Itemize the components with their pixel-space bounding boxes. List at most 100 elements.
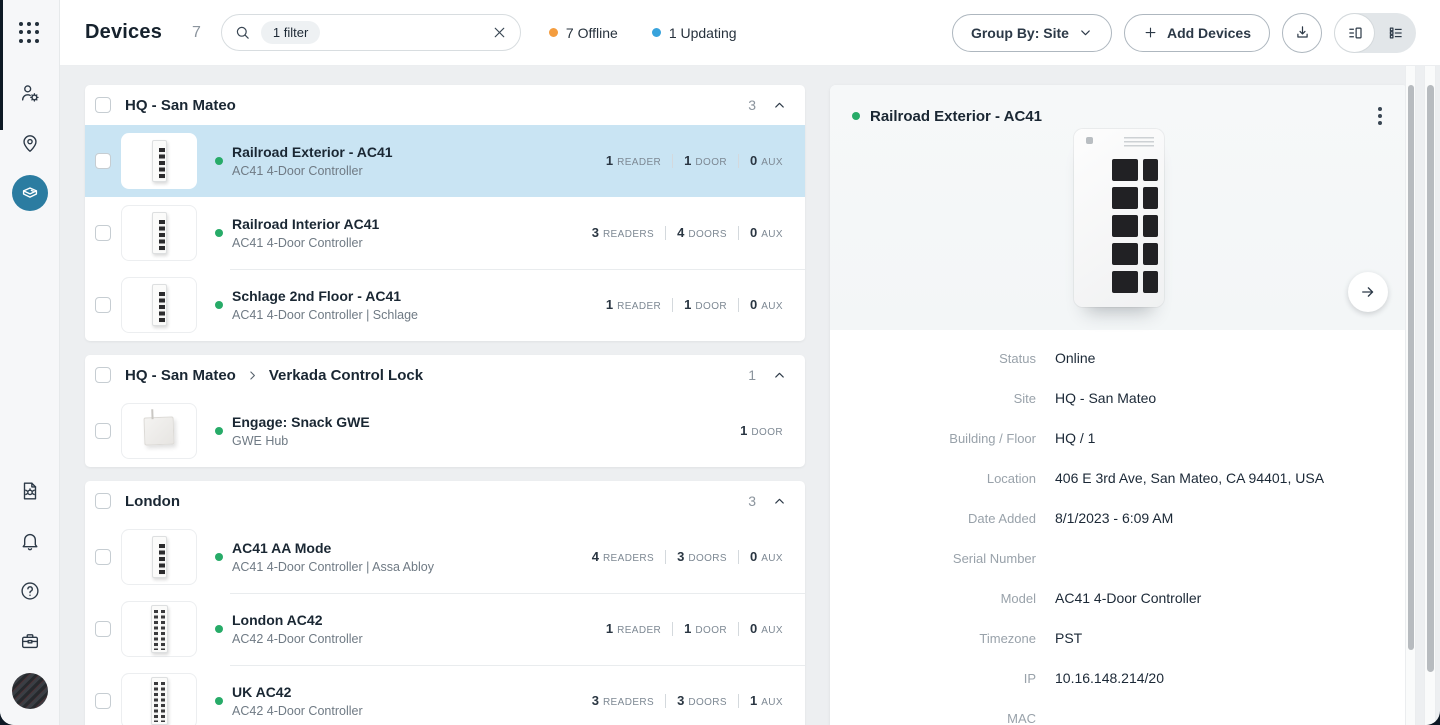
device-thumbnail <box>121 277 197 333</box>
device-model: GWE Hub <box>232 434 370 448</box>
device-stat: 1READER <box>606 152 661 170</box>
kebab-menu-icon[interactable] <box>1372 101 1388 131</box>
online-dot-icon <box>215 301 223 309</box>
sidebar-item-bug-report[interactable] <box>12 473 48 509</box>
device-stats: 3READERS3DOORS1AUX <box>592 692 783 710</box>
detail-field-row: Location406 E 3rd Ave, San Mateo, CA 944… <box>830 458 1408 498</box>
device-stat: 4DOORS <box>677 224 727 242</box>
detail-field-row: IP10.16.148.214/20 <box>830 658 1408 698</box>
device-checkbox[interactable] <box>95 297 111 313</box>
device-group-card: HQ - San MateoVerkada Control Lock 1 Eng… <box>85 355 805 467</box>
collapse-chevron-icon[interactable] <box>772 368 787 383</box>
online-dot-icon <box>215 427 223 435</box>
user-avatar[interactable] <box>12 673 48 709</box>
filter-chip[interactable]: 1 filter <box>261 21 320 44</box>
device-group-card: London 3 AC41 AA Mode AC41 4-Door Contro… <box>85 481 805 725</box>
online-dot-icon <box>215 157 223 165</box>
device-stat: 1DOOR <box>740 422 783 440</box>
collapse-chevron-icon[interactable] <box>772 494 787 509</box>
group-header: London 3 <box>85 481 805 521</box>
page-title: Devices <box>85 21 162 44</box>
field-value: Online <box>1055 350 1095 366</box>
group-header: HQ - San MateoVerkada Control Lock 1 <box>85 355 805 395</box>
panel-scrollbar-thumb[interactable] <box>1408 85 1414 650</box>
device-thumbnail <box>121 673 197 725</box>
detail-fields: StatusOnlineSiteHQ - San MateoBuilding /… <box>830 330 1408 725</box>
group-by-dropdown[interactable]: Group By: Site <box>952 14 1112 52</box>
top-header: Devices 7 1 filter 7 Offline 1 Updating … <box>60 0 1440 66</box>
detail-device-title: Railroad Exterior - AC41 <box>870 108 1042 125</box>
device-group-card: HQ - San Mateo 3 Railroad Exterior - AC4… <box>85 85 805 341</box>
field-value: 10.16.148.214/20 <box>1055 670 1164 686</box>
split-view-icon <box>1346 24 1364 42</box>
field-label: Model <box>830 591 1036 606</box>
device-thumbnail <box>121 403 197 459</box>
online-dot-icon <box>215 229 223 237</box>
split-view-toggle[interactable] <box>1334 13 1375 53</box>
field-label: Serial Number <box>830 551 1036 566</box>
device-row[interactable]: UK AC42 AC42 4-Door Controller 3READERS3… <box>85 665 805 725</box>
field-label: MAC <box>830 711 1036 725</box>
device-thumbnail <box>121 205 197 261</box>
device-stats: 1READER1DOOR0AUX <box>606 152 783 170</box>
group-checkbox[interactable] <box>95 493 111 509</box>
device-stat: 0AUX <box>750 620 783 638</box>
search-input[interactable]: 1 filter <box>221 14 521 51</box>
app-grid-icon[interactable] <box>12 15 48 51</box>
device-stat: 1DOOR <box>684 620 727 638</box>
field-value: HQ - San Mateo <box>1055 390 1156 406</box>
device-stats: 1READER1DOOR0AUX <box>606 620 783 638</box>
page-scrollbar-thumb[interactable] <box>1427 85 1434 672</box>
device-checkbox[interactable] <box>95 225 111 241</box>
device-stat: 0AUX <box>750 224 783 242</box>
sidebar-item-sites[interactable] <box>12 125 48 161</box>
device-model: AC41 4-Door Controller | Schlage <box>232 308 418 322</box>
view-toggle <box>1334 13 1416 53</box>
device-checkbox[interactable] <box>95 153 111 169</box>
device-checkbox[interactable] <box>95 621 111 637</box>
field-value: PST <box>1055 630 1082 646</box>
device-checkbox[interactable] <box>95 693 111 709</box>
field-label: Timezone <box>830 631 1036 646</box>
device-stat: 4READERS <box>592 548 654 566</box>
device-row[interactable]: Railroad Exterior - AC41 AC41 4-Door Con… <box>85 125 805 197</box>
field-value: 8/1/2023 - 6:09 AM <box>1055 510 1173 526</box>
device-model: AC42 4-Door Controller <box>232 632 363 646</box>
device-row[interactable]: London AC42 AC42 4-Door Controller 1READ… <box>85 593 805 665</box>
add-devices-button[interactable]: Add Devices <box>1124 14 1270 52</box>
device-row[interactable]: Railroad Interior AC41 AC41 4-Door Contr… <box>85 197 805 269</box>
detail-field-row: MAC <box>830 698 1408 725</box>
sidebar-item-help[interactable] <box>12 573 48 609</box>
sidebar-item-admin[interactable] <box>12 75 48 111</box>
collapse-chevron-icon[interactable] <box>772 98 787 113</box>
device-stat: 0AUX <box>750 548 783 566</box>
group-checkbox[interactable] <box>95 367 111 383</box>
clear-search-button[interactable] <box>491 24 508 41</box>
list-view-icon <box>1387 24 1405 42</box>
toolbox-icon <box>19 630 41 652</box>
online-dot-icon <box>852 112 860 120</box>
group-count: 3 <box>748 493 756 509</box>
device-row[interactable]: Engage: Snack GWE GWE Hub 1DOOR <box>85 395 805 467</box>
help-circle-icon <box>19 580 41 602</box>
device-checkbox[interactable] <box>95 423 111 439</box>
sidebar-item-devices[interactable] <box>12 175 48 211</box>
device-stat: 0AUX <box>750 152 783 170</box>
device-row[interactable]: AC41 AA Mode AC41 4-Door Controller | As… <box>85 521 805 593</box>
device-box-icon <box>19 182 41 204</box>
export-download-button[interactable] <box>1282 13 1322 53</box>
list-view-toggle[interactable] <box>1375 13 1416 53</box>
chevron-down-icon <box>1078 25 1093 40</box>
device-detail-panel: Railroad Exterior - AC41 StatusOnline <box>830 85 1408 725</box>
group-count: 3 <box>748 97 756 113</box>
bell-icon <box>19 530 41 552</box>
sidebar-item-notifications[interactable] <box>12 523 48 559</box>
next-image-button[interactable] <box>1348 272 1388 312</box>
device-checkbox[interactable] <box>95 549 111 565</box>
device-row[interactable]: Schlage 2nd Floor - AC41 AC41 4-Door Con… <box>85 269 805 341</box>
sidebar-item-toolbox[interactable] <box>12 623 48 659</box>
device-name: Engage: Snack GWE <box>232 414 370 430</box>
online-dot-icon <box>215 625 223 633</box>
field-label: Building / Floor <box>830 431 1036 446</box>
group-checkbox[interactable] <box>95 97 111 113</box>
